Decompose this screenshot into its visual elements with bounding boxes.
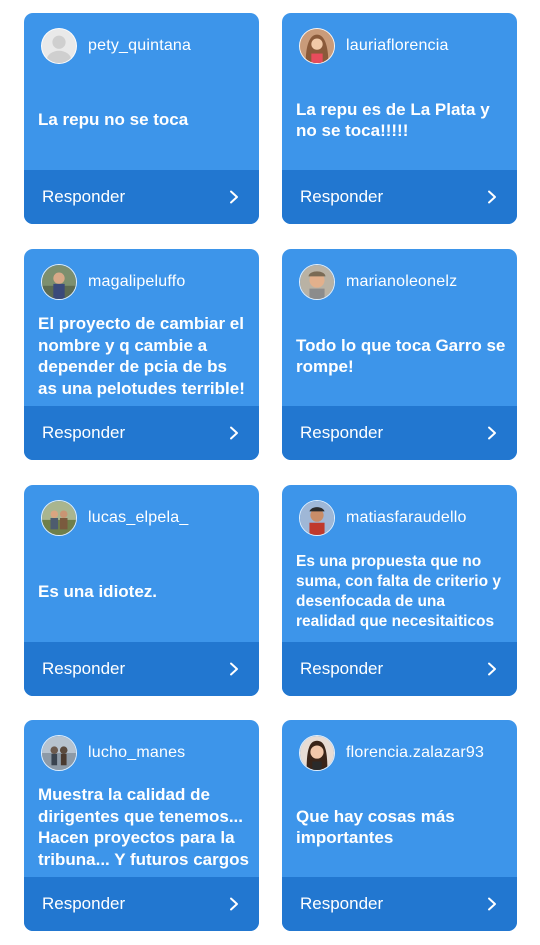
question-area: Todo lo que toca Garro se rompe! <box>296 307 507 405</box>
chevron-right-icon <box>485 426 499 440</box>
question-area: La repu es de La Plata y no se toca!!!!! <box>296 71 507 169</box>
username[interactable]: marianoleonelz <box>346 273 457 291</box>
question-card: magalipeluffo El proyecto de cambiar el … <box>24 249 259 460</box>
card-header: matiasfaraudello <box>299 499 467 537</box>
username[interactable]: lauriaflorencia <box>346 37 449 55</box>
reply-button[interactable]: Responder <box>282 170 517 224</box>
username[interactable]: pety_quintana <box>88 37 191 55</box>
reply-label: Responder <box>300 423 384 442</box>
question-area: El proyecto de cambiar el nombre y q cam… <box>38 307 249 405</box>
chevron-right-icon <box>227 897 241 911</box>
question-card: lucho_manes Muestra la calidad de dirige… <box>24 720 259 931</box>
question-area: La repu no se toca <box>38 71 249 169</box>
username[interactable]: lucho_manes <box>88 744 185 762</box>
question-text: Es una propuesta que no suma, con falta … <box>296 553 502 630</box>
card-header: magalipeluffo <box>41 263 185 301</box>
chevron-right-icon <box>227 662 241 676</box>
question-area: Es una propuesta que no suma, con falta … <box>296 543 507 641</box>
question-text: Todo lo que toca Garro se rompe! <box>296 335 506 377</box>
reply-button[interactable]: Responder <box>24 170 259 224</box>
question-grid: pety_quintana La repu no se toca Respond… <box>0 0 540 945</box>
card-header: marianoleonelz <box>299 263 457 301</box>
chevron-right-icon <box>227 426 241 440</box>
question-area: Es una idiotez. <box>38 543 249 641</box>
card-header: lauriaflorencia <box>299 27 449 65</box>
question-text: Que hay cosas más importantes <box>296 806 455 848</box>
chevron-right-icon <box>227 190 241 204</box>
username[interactable]: magalipeluffo <box>88 273 185 291</box>
username[interactable]: matiasfaraudello <box>346 509 467 527</box>
chevron-right-icon <box>485 662 499 676</box>
reply-label: Responder <box>300 187 384 206</box>
question-text: Muestra la calidad de dirigentes que ten… <box>38 785 249 869</box>
question-text: Es una idiotez. <box>38 582 158 602</box>
question-card: matiasfaraudello Es una propuesta que no… <box>282 485 517 696</box>
question-card: pety_quintana La repu no se toca Respond… <box>24 13 259 224</box>
card-header: pety_quintana <box>41 27 191 65</box>
user-photo-avatar[interactable] <box>299 500 335 536</box>
card-header: lucho_manes <box>41 734 185 772</box>
reply-button[interactable]: Responder <box>282 877 517 931</box>
question-text: La repu es de La Plata y no se toca!!!!! <box>296 99 490 141</box>
username[interactable]: florencia.zalazar93 <box>346 744 484 762</box>
reply-button[interactable]: Responder <box>282 406 517 460</box>
reply-label: Responder <box>42 423 126 442</box>
reply-label: Responder <box>300 659 384 678</box>
question-card: lucas_elpela_ Es una idiotez. Responder <box>24 485 259 696</box>
chevron-right-icon <box>485 897 499 911</box>
card-header: florencia.zalazar93 <box>299 734 484 772</box>
reply-label: Responder <box>300 894 384 913</box>
reply-label: Responder <box>42 659 126 678</box>
user-photo-avatar[interactable] <box>41 735 77 771</box>
chevron-right-icon <box>485 190 499 204</box>
reply-label: Responder <box>42 187 126 206</box>
card-header: lucas_elpela_ <box>41 499 188 537</box>
reply-label: Responder <box>42 894 126 913</box>
reply-button[interactable]: Responder <box>24 406 259 460</box>
question-card: florencia.zalazar93 Que hay cosas más im… <box>282 720 517 931</box>
question-text: La repu no se toca <box>38 110 189 130</box>
user-photo-avatar[interactable] <box>299 264 335 300</box>
question-area: Que hay cosas más importantes <box>296 778 507 876</box>
question-card: lauriaflorencia La repu es de La Plata y… <box>282 13 517 224</box>
question-card: marianoleonelz Todo lo que toca Garro se… <box>282 249 517 460</box>
user-photo-avatar[interactable] <box>41 264 77 300</box>
user-photo-avatar[interactable] <box>41 500 77 536</box>
user-photo-avatar[interactable] <box>299 735 335 771</box>
default-avatar-icon[interactable] <box>41 28 77 64</box>
reply-button[interactable]: Responder <box>24 877 259 931</box>
username[interactable]: lucas_elpela_ <box>88 509 188 527</box>
user-photo-avatar[interactable] <box>299 28 335 64</box>
reply-button[interactable]: Responder <box>24 642 259 696</box>
reply-button[interactable]: Responder <box>282 642 517 696</box>
question-text: El proyecto de cambiar el nombre y q cam… <box>38 314 245 398</box>
question-area: Muestra la calidad de dirigentes que ten… <box>38 778 249 876</box>
